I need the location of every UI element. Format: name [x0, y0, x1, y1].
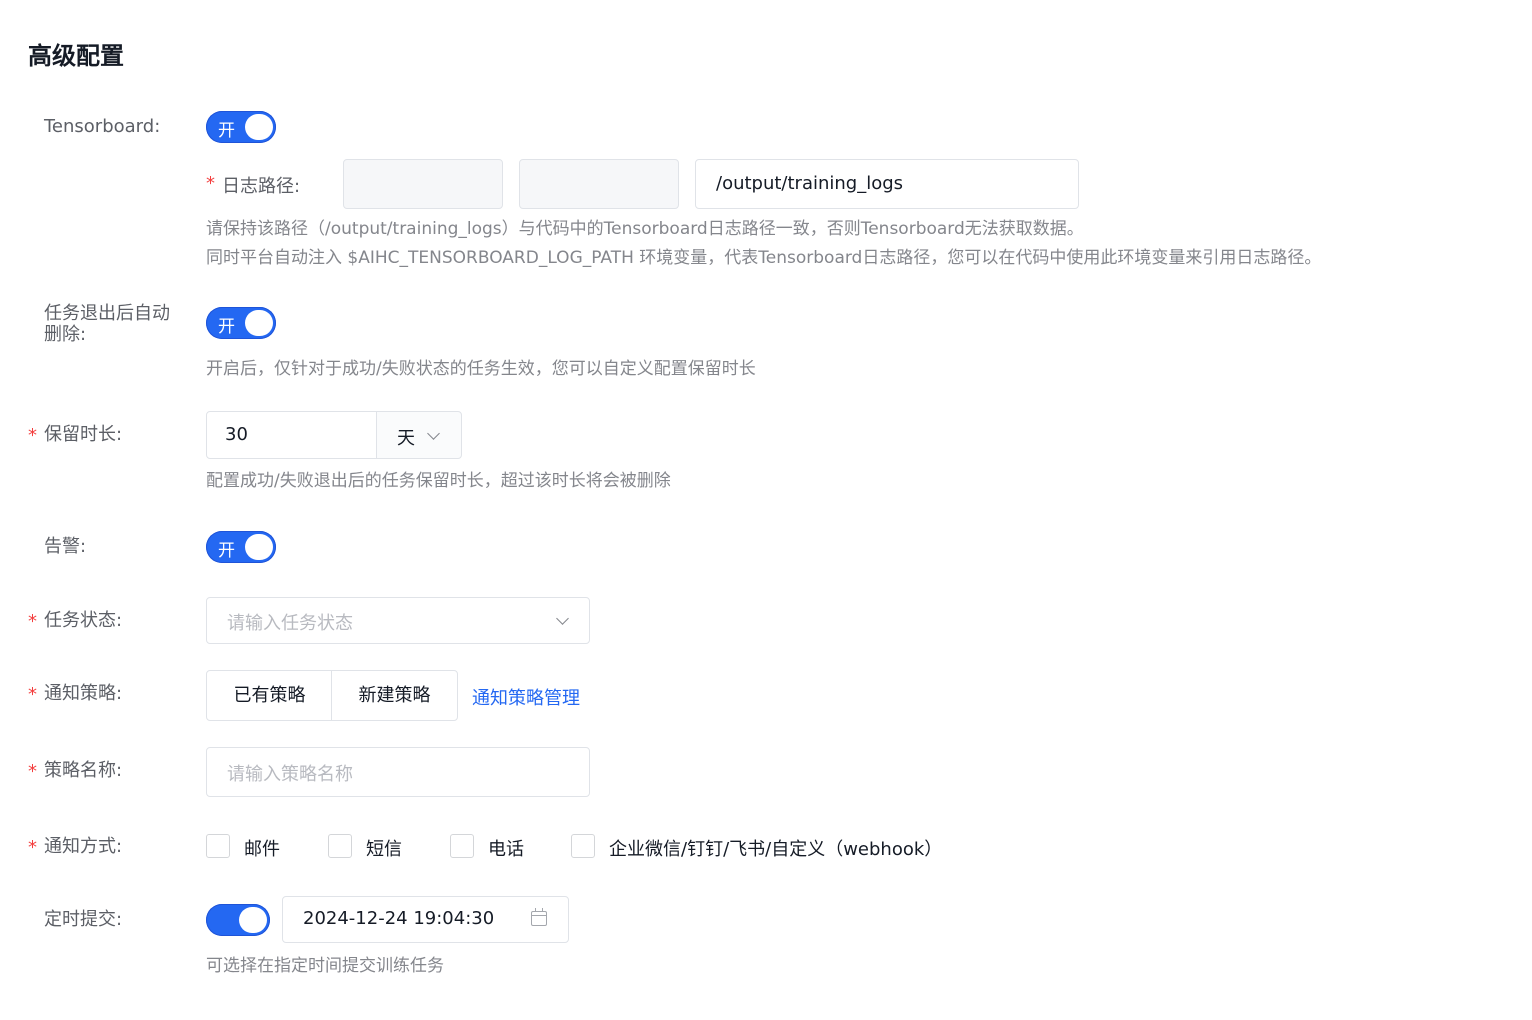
scheduled-submit-label: 定时提交:	[44, 909, 123, 930]
log-path-prefix-box-1	[343, 159, 503, 209]
checkbox-email[interactable]	[206, 834, 230, 858]
checkbox-sms[interactable]	[328, 834, 352, 858]
switch-knob	[239, 907, 267, 933]
policy-option-existing[interactable]: 已有策略	[206, 670, 333, 721]
tensorboard-help-2: 同时平台自动注入 $AIHC_TENSORBOARD_LOG_PATH 环境变量…	[206, 248, 1322, 268]
tensorboard-help-1: 请保持该路径（/output/training_logs）与代码中的Tensor…	[206, 219, 1084, 239]
policy-name-label: 策略名称:	[28, 761, 122, 783]
auto-delete-switch[interactable]: 开	[206, 307, 276, 339]
retention-label: 保留时长:	[28, 425, 122, 447]
checkbox-webhook-label: 企业微信/钉钉/飞书/自定义（webhook）	[609, 839, 943, 860]
log-path-label: 日志路径:	[206, 172, 300, 198]
tensorboard-switch[interactable]: 开	[206, 111, 276, 143]
switch-knob	[245, 310, 273, 336]
checkbox-phone[interactable]	[450, 834, 474, 858]
checkbox-sms-label: 短信	[366, 839, 402, 860]
switch-knob	[245, 534, 273, 560]
policy-option-new[interactable]: 新建策略	[331, 670, 458, 721]
scheduled-submit-help: 可选择在指定时间提交训练任务	[206, 956, 444, 976]
retention-input[interactable]: 30	[206, 411, 378, 459]
retention-value: 30	[225, 424, 248, 445]
datetime-value: 2024-12-24 19:04:30	[303, 908, 495, 929]
retention-unit-select[interactable]: 天	[376, 411, 462, 459]
scheduled-submit-switch[interactable]	[206, 904, 270, 936]
log-path-prefix-box-2	[519, 159, 679, 209]
policy-name-placeholder: 请输入策略名称	[227, 764, 353, 785]
switch-knob	[245, 114, 273, 140]
log-path-value: /output/training_logs	[716, 173, 904, 194]
task-status-label: 任务状态:	[28, 611, 122, 633]
checkbox-webhook[interactable]	[571, 834, 595, 858]
alarm-switch[interactable]: 开	[206, 531, 276, 563]
checkbox-phone-label: 电话	[488, 839, 524, 860]
task-status-select[interactable]: 请输入任务状态	[206, 597, 590, 644]
chevron-down-icon	[427, 427, 440, 440]
retention-unit: 天	[397, 428, 415, 449]
switch-text: 开	[218, 317, 235, 337]
datetime-picker[interactable]: 2024-12-24 19:04:30	[282, 896, 569, 943]
calendar-icon[interactable]	[531, 908, 547, 926]
notify-method-label: 通知方式:	[28, 837, 122, 859]
task-status-placeholder: 请输入任务状态	[227, 613, 353, 634]
alarm-label: 告警:	[44, 536, 87, 557]
retention-help: 配置成功/失败退出后的任务保留时长，超过该时长将会被删除	[206, 471, 671, 491]
checkbox-email-label: 邮件	[244, 839, 280, 860]
policy-name-input[interactable]: 请输入策略名称	[206, 747, 590, 797]
policy-manage-link[interactable]: 通知策略管理	[472, 684, 580, 710]
auto-delete-label: 任务退出后自动删除:	[44, 303, 170, 345]
auto-delete-help: 开启后，仅针对于成功/失败状态的任务生效，您可以自定义配置保留时长	[206, 359, 756, 379]
chevron-down-icon	[556, 612, 569, 625]
switch-text: 开	[218, 541, 235, 561]
tensorboard-label: Tensorboard:	[44, 116, 161, 137]
notify-policy-label: 通知策略:	[28, 684, 122, 706]
page-title: 高级配置	[28, 42, 124, 70]
log-path-input[interactable]: /output/training_logs	[695, 159, 1079, 209]
switch-text: 开	[218, 121, 235, 141]
